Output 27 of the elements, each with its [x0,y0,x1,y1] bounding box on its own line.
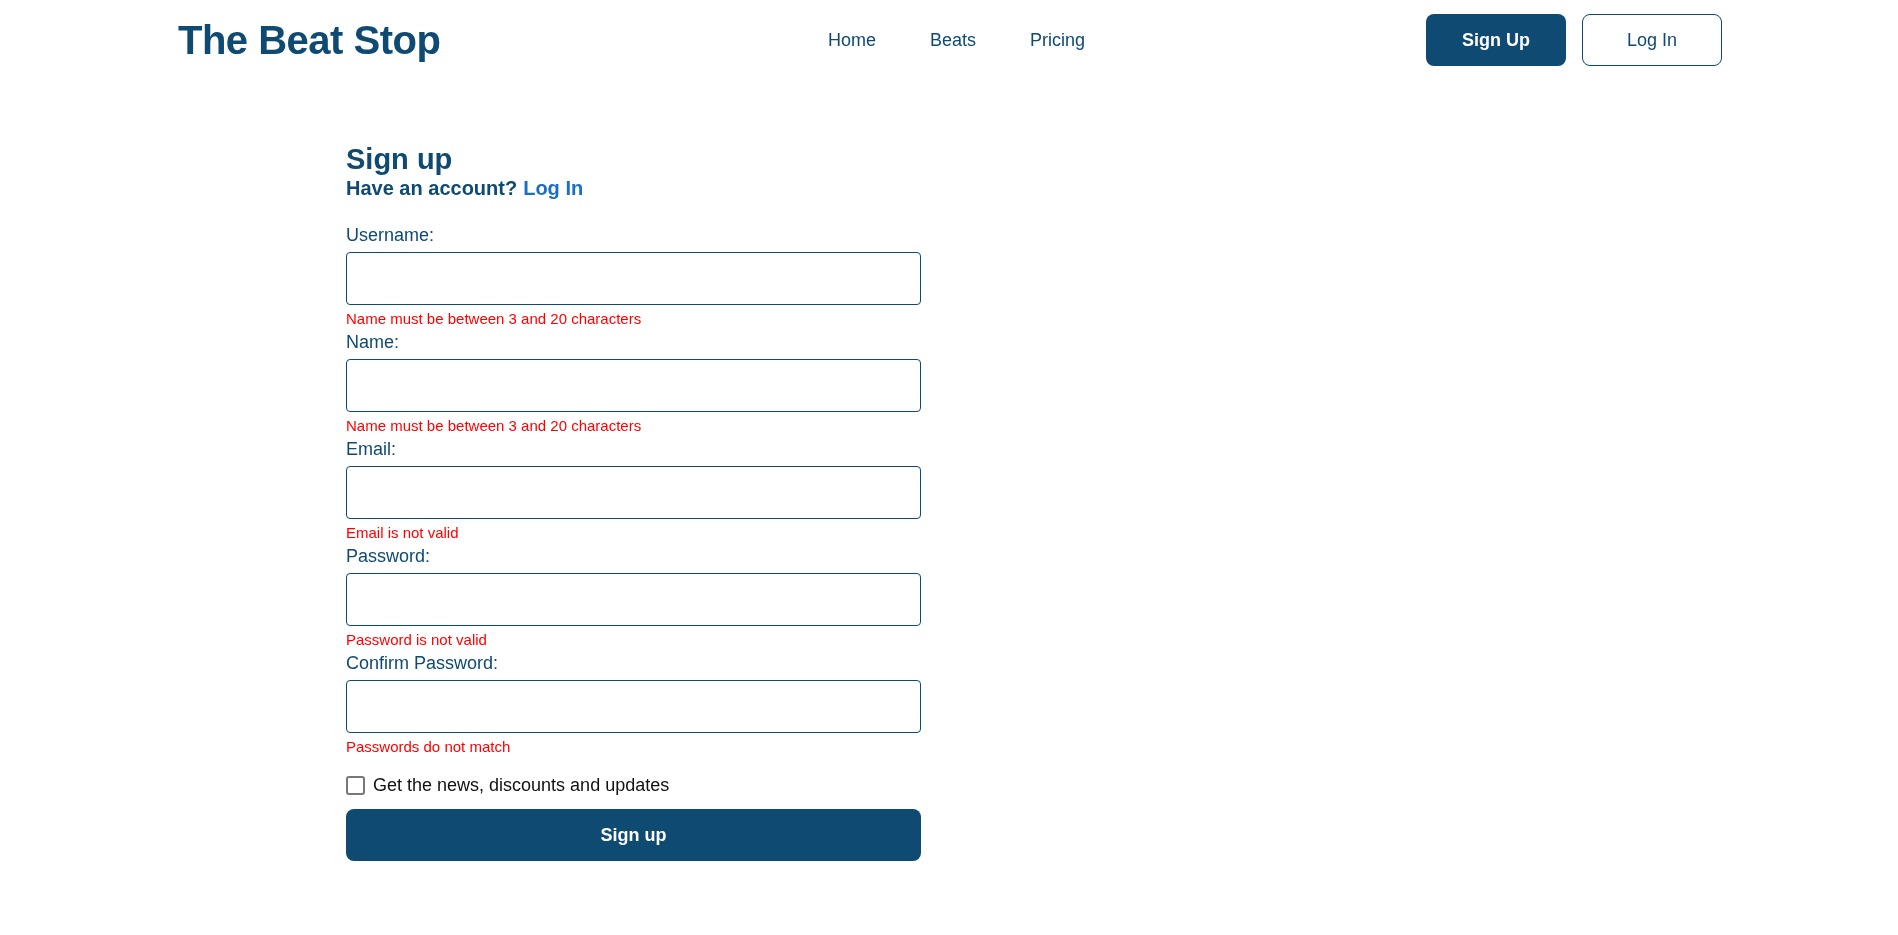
subtitle-text: Have an account? [346,177,518,200]
input-field[interactable] [346,252,921,305]
submit-button[interactable]: Sign up [346,809,921,861]
log-in-button[interactable]: Log In [1582,14,1722,66]
error-message: Name must be between 3 and 20 characters [346,310,643,328]
field-label: Password: [346,545,432,567]
error-message: Email is not valid [346,524,460,542]
field-label: Username: [346,224,436,246]
field-label: Confirm Password: [346,652,500,674]
nav-link[interactable]: Beats [930,29,977,51]
site-logo[interactable]: The Beat Stop [178,17,798,63]
error-message: Name must be between 3 and 20 characters [346,417,643,435]
log-in-link[interactable]: Log In [523,177,584,200]
field-label: Email: [346,438,397,460]
nav-link[interactable]: Home [828,29,876,51]
error-message: Password is not valid [346,631,488,649]
input-field[interactable] [346,466,921,519]
checkbox[interactable] [346,776,365,795]
input-field[interactable] [346,359,921,412]
input-field[interactable] [346,573,921,626]
error-message: Passwords do not match [346,738,512,756]
sign-up-button[interactable]: Sign Up [1426,14,1566,66]
field-label: Name: [346,331,400,353]
input-field[interactable] [346,680,921,733]
checkbox-label: Get the news, discounts and updates [373,775,670,796]
form-title: Sign up [346,142,454,176]
nav-link[interactable]: Pricing [1030,29,1086,51]
